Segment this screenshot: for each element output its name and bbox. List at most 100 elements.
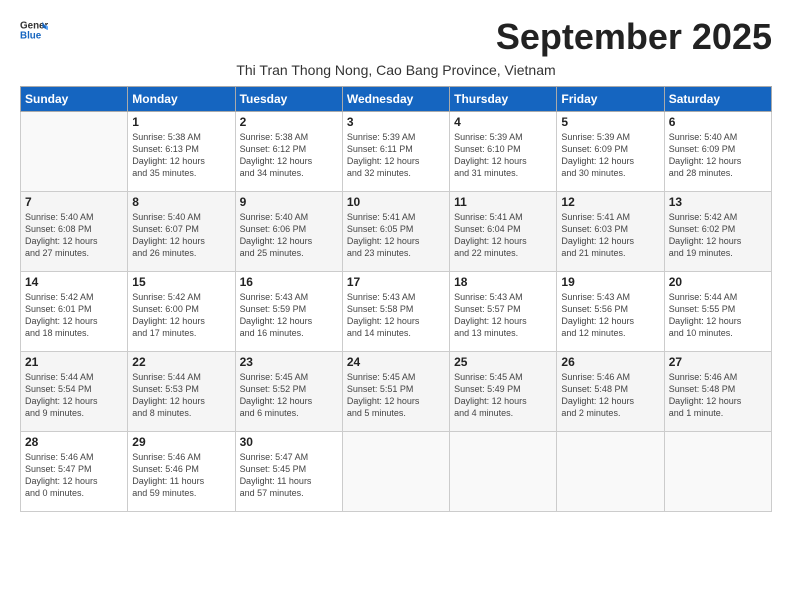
- day-number: 19: [561, 275, 659, 289]
- day-number: 11: [454, 195, 552, 209]
- day-number: 23: [240, 355, 338, 369]
- day-info: Sunrise: 5:40 AM Sunset: 6:08 PM Dayligh…: [25, 211, 123, 260]
- day-info: Sunrise: 5:44 AM Sunset: 5:55 PM Dayligh…: [669, 291, 767, 340]
- table-row: 23 Sunrise: 5:45 AM Sunset: 5:52 PM Dayli…: [235, 352, 342, 432]
- day-number: 22: [132, 355, 230, 369]
- day-info: Sunrise: 5:46 AM Sunset: 5:48 PM Dayligh…: [561, 371, 659, 420]
- day-info: Sunrise: 5:41 AM Sunset: 6:05 PM Dayligh…: [347, 211, 445, 260]
- day-info: Sunrise: 5:46 AM Sunset: 5:48 PM Dayligh…: [669, 371, 767, 420]
- col-sunday: Sunday: [21, 87, 128, 112]
- table-row: 26 Sunrise: 5:46 AM Sunset: 5:48 PM Dayli…: [557, 352, 664, 432]
- day-info: Sunrise: 5:42 AM Sunset: 6:01 PM Dayligh…: [25, 291, 123, 340]
- day-info: Sunrise: 5:42 AM Sunset: 6:02 PM Dayligh…: [669, 211, 767, 260]
- table-row: 3 Sunrise: 5:39 AM Sunset: 6:11 PM Daylig…: [342, 112, 449, 192]
- day-info: Sunrise: 5:47 AM Sunset: 5:45 PM Dayligh…: [240, 451, 338, 500]
- day-number: 27: [669, 355, 767, 369]
- table-row: [664, 432, 771, 512]
- day-number: 6: [669, 115, 767, 129]
- table-row: [557, 432, 664, 512]
- day-info: Sunrise: 5:39 AM Sunset: 6:09 PM Dayligh…: [561, 131, 659, 180]
- col-monday: Monday: [128, 87, 235, 112]
- table-row: 15 Sunrise: 5:42 AM Sunset: 6:00 PM Dayli…: [128, 272, 235, 352]
- day-info: Sunrise: 5:41 AM Sunset: 6:04 PM Dayligh…: [454, 211, 552, 260]
- day-number: 26: [561, 355, 659, 369]
- day-info: Sunrise: 5:41 AM Sunset: 6:03 PM Dayligh…: [561, 211, 659, 260]
- table-row: 21 Sunrise: 5:44 AM Sunset: 5:54 PM Dayli…: [21, 352, 128, 432]
- table-row: 1Sunrise: 5:38 AM Sunset: 6:13 PM Daylig…: [128, 112, 235, 192]
- day-info: Sunrise: 5:45 AM Sunset: 5:51 PM Dayligh…: [347, 371, 445, 420]
- calendar-header-row: Sunday Monday Tuesday Wednesday Thursday…: [21, 87, 772, 112]
- table-row: 22 Sunrise: 5:44 AM Sunset: 5:53 PM Dayli…: [128, 352, 235, 432]
- day-number: 12: [561, 195, 659, 209]
- table-row: 20 Sunrise: 5:44 AM Sunset: 5:55 PM Dayli…: [664, 272, 771, 352]
- day-number: 4: [454, 115, 552, 129]
- day-info: Sunrise: 5:39 AM Sunset: 6:10 PM Dayligh…: [454, 131, 552, 180]
- table-row: 10Sunrise: 5:41 AM Sunset: 6:05 PM Dayli…: [342, 192, 449, 272]
- table-row: 4 Sunrise: 5:39 AM Sunset: 6:10 PM Daylig…: [450, 112, 557, 192]
- table-row: [342, 432, 449, 512]
- day-info: Sunrise: 5:40 AM Sunset: 6:07 PM Dayligh…: [132, 211, 230, 260]
- day-info: Sunrise: 5:43 AM Sunset: 5:58 PM Dayligh…: [347, 291, 445, 340]
- day-info: Sunrise: 5:43 AM Sunset: 5:57 PM Dayligh…: [454, 291, 552, 340]
- subtitle: Thi Tran Thong Nong, Cao Bang Province, …: [20, 62, 772, 78]
- table-row: 30Sunrise: 5:47 AM Sunset: 5:45 PM Dayli…: [235, 432, 342, 512]
- day-info: Sunrise: 5:45 AM Sunset: 5:52 PM Dayligh…: [240, 371, 338, 420]
- calendar-week-row: 14 Sunrise: 5:42 AM Sunset: 6:01 PM Dayli…: [21, 272, 772, 352]
- day-info: Sunrise: 5:43 AM Sunset: 5:56 PM Dayligh…: [561, 291, 659, 340]
- table-row: 14 Sunrise: 5:42 AM Sunset: 6:01 PM Dayli…: [21, 272, 128, 352]
- col-tuesday: Tuesday: [235, 87, 342, 112]
- day-info: Sunrise: 5:42 AM Sunset: 6:00 PM Dayligh…: [132, 291, 230, 340]
- table-row: [450, 432, 557, 512]
- day-info: Sunrise: 5:43 AM Sunset: 5:59 PM Dayligh…: [240, 291, 338, 340]
- page: General Blue September 2025 Thi Tran Tho…: [0, 0, 792, 522]
- col-friday: Friday: [557, 87, 664, 112]
- day-info: Sunrise: 5:40 AM Sunset: 6:06 PM Dayligh…: [240, 211, 338, 260]
- header-top: General Blue September 2025: [20, 16, 772, 58]
- day-number: 29: [132, 435, 230, 449]
- day-number: 2: [240, 115, 338, 129]
- day-number: 5: [561, 115, 659, 129]
- table-row: 7 Sunrise: 5:40 AM Sunset: 6:08 PM Daylig…: [21, 192, 128, 272]
- table-row: 16Sunrise: 5:43 AM Sunset: 5:59 PM Dayli…: [235, 272, 342, 352]
- day-number: 24: [347, 355, 445, 369]
- day-number: 1: [132, 115, 230, 129]
- day-number: 14: [25, 275, 123, 289]
- table-row: 5 Sunrise: 5:39 AM Sunset: 6:09 PM Daylig…: [557, 112, 664, 192]
- table-row: 18 Sunrise: 5:43 AM Sunset: 5:57 PM Dayli…: [450, 272, 557, 352]
- day-info: Sunrise: 5:39 AM Sunset: 6:11 PM Dayligh…: [347, 131, 445, 180]
- day-number: 15: [132, 275, 230, 289]
- day-number: 13: [669, 195, 767, 209]
- day-info: Sunrise: 5:40 AM Sunset: 6:09 PM Dayligh…: [669, 131, 767, 180]
- day-number: 7: [25, 195, 123, 209]
- col-saturday: Saturday: [664, 87, 771, 112]
- day-number: 21: [25, 355, 123, 369]
- day-info: Sunrise: 5:46 AM Sunset: 5:46 PM Dayligh…: [132, 451, 230, 500]
- day-info: Sunrise: 5:45 AM Sunset: 5:49 PM Dayligh…: [454, 371, 552, 420]
- table-row: [21, 112, 128, 192]
- day-number: 25: [454, 355, 552, 369]
- day-number: 8: [132, 195, 230, 209]
- day-number: 18: [454, 275, 552, 289]
- table-row: 9Sunrise: 5:40 AM Sunset: 6:06 PM Daylig…: [235, 192, 342, 272]
- table-row: 25 Sunrise: 5:45 AM Sunset: 5:49 PM Dayli…: [450, 352, 557, 432]
- page-title: September 2025: [496, 16, 772, 58]
- table-row: 12 Sunrise: 5:41 AM Sunset: 6:03 PM Dayli…: [557, 192, 664, 272]
- col-thursday: Thursday: [450, 87, 557, 112]
- logo: General Blue: [20, 16, 48, 44]
- day-info: Sunrise: 5:46 AM Sunset: 5:47 PM Dayligh…: [25, 451, 123, 500]
- day-number: 3: [347, 115, 445, 129]
- day-info: Sunrise: 5:44 AM Sunset: 5:54 PM Dayligh…: [25, 371, 123, 420]
- generalblue-logo-icon: General Blue: [20, 16, 48, 44]
- table-row: 19 Sunrise: 5:43 AM Sunset: 5:56 PM Dayli…: [557, 272, 664, 352]
- table-row: 13 Sunrise: 5:42 AM Sunset: 6:02 PM Dayli…: [664, 192, 771, 272]
- table-row: 11 Sunrise: 5:41 AM Sunset: 6:04 PM Dayli…: [450, 192, 557, 272]
- day-info: Sunrise: 5:44 AM Sunset: 5:53 PM Dayligh…: [132, 371, 230, 420]
- day-number: 28: [25, 435, 123, 449]
- table-row: 27 Sunrise: 5:46 AM Sunset: 5:48 PM Dayli…: [664, 352, 771, 432]
- table-row: 8 Sunrise: 5:40 AM Sunset: 6:07 PM Daylig…: [128, 192, 235, 272]
- calendar-week-row: 28 Sunrise: 5:46 AM Sunset: 5:47 PM Dayli…: [21, 432, 772, 512]
- calendar-table: Sunday Monday Tuesday Wednesday Thursday…: [20, 86, 772, 512]
- table-row: 6 Sunrise: 5:40 AM Sunset: 6:09 PM Daylig…: [664, 112, 771, 192]
- svg-text:Blue: Blue: [20, 30, 42, 41]
- day-number: 20: [669, 275, 767, 289]
